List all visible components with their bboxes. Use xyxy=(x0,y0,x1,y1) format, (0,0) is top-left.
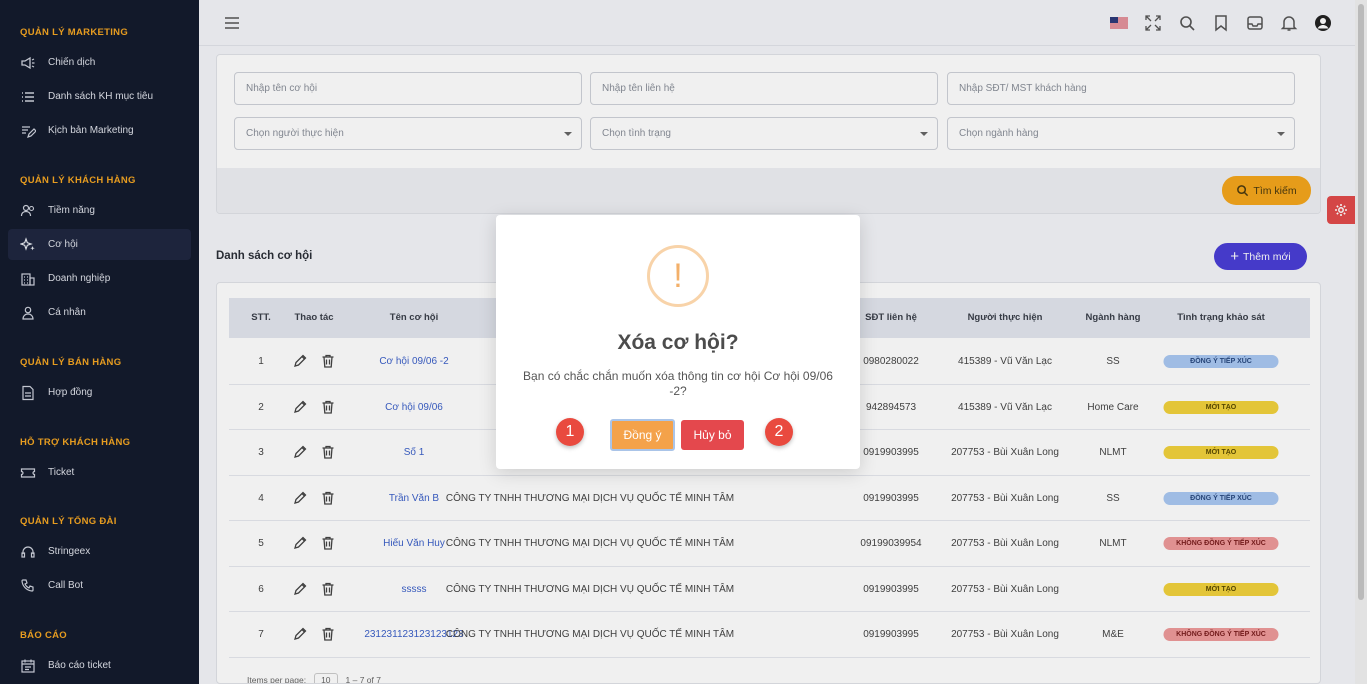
annotation-marker-1: 1 xyxy=(556,418,584,446)
annotation-marker-2: 2 xyxy=(765,418,793,446)
confirm-button[interactable]: Đồng ý xyxy=(610,419,675,451)
dialog-message: Bạn có chắc chắn muốn xóa thông tin cơ h… xyxy=(523,369,833,398)
warning-icon: ! xyxy=(647,245,709,307)
dialog-title: Xóa cơ hội? xyxy=(617,331,739,354)
delete-confirm-dialog: ! Xóa cơ hội? Bạn có chắc chắn muốn xóa … xyxy=(496,215,860,469)
cancel-button[interactable]: Hủy bỏ xyxy=(681,420,744,450)
